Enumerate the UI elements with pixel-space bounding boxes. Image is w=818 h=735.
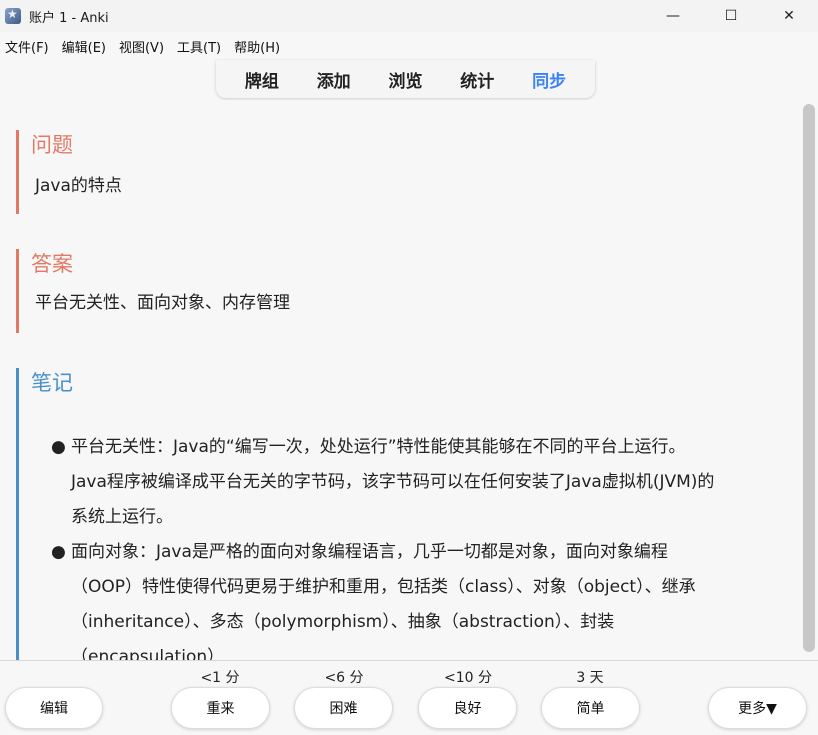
- window-title: 账户 1 - Anki: [29, 10, 109, 26]
- again-button[interactable]: 重来: [171, 687, 270, 729]
- menu-tools[interactable]: 工具(T): [172, 37, 226, 56]
- question-section: 问题 Java的特点: [16, 130, 776, 214]
- toolbar-sync-link[interactable]: 同步: [532, 67, 566, 92]
- window-controls: — ☐ ✕: [644, 0, 818, 32]
- close-button[interactable]: ✕: [760, 0, 818, 32]
- menu-bar: 文件(F) 编辑(E) 视图(V) 工具(T) 帮助(H): [0, 34, 818, 58]
- note-section: 笔记 ● 平台无关性：Java的“编写一次，处处运行”特性能使其能够在不同的平台上…: [16, 368, 776, 660]
- card-review-area: 问题 Java的特点 答案 平台无关性、面向对象、内存管理 笔记 ● 平台无关性：…: [0, 100, 818, 660]
- answer-heading: 答案: [31, 252, 73, 276]
- menu-view[interactable]: 视图(V): [114, 37, 169, 56]
- maximize-button[interactable]: ☐: [702, 0, 760, 32]
- anki-app-icon: [5, 7, 21, 24]
- question-heading: 问题: [31, 133, 73, 157]
- scrollbar-thumb[interactable]: [803, 104, 815, 652]
- note-item-text: 平台无关性：Java的“编写一次，处处运行”特性能使其能够在不同的平台上运行。J…: [71, 437, 715, 527]
- note-list: ● 平台无关性：Java的“编写一次，处处运行”特性能使其能够在不同的平台上运行。…: [15, 430, 715, 660]
- good-button[interactable]: 良好: [418, 687, 517, 729]
- bullet-icon: ●: [51, 437, 66, 457]
- toolbar-stats-link[interactable]: 统计: [460, 67, 494, 92]
- answer-section: 答案 平台无关性、面向对象、内存管理: [16, 249, 776, 333]
- toolbar-browse-link[interactable]: 浏览: [388, 67, 422, 92]
- card-scrollbar[interactable]: [800, 100, 818, 660]
- edit-button[interactable]: 编辑: [5, 687, 103, 729]
- more-button[interactable]: 更多▼: [708, 687, 807, 729]
- question-text: Java的特点: [35, 176, 122, 196]
- toolbar-decks-link[interactable]: 牌组: [245, 67, 279, 92]
- bullet-icon: ●: [51, 542, 66, 562]
- hard-interval: <6 分: [324, 670, 364, 686]
- hard-button[interactable]: 困难: [294, 687, 393, 729]
- again-interval: <1 分: [200, 670, 240, 686]
- menu-help[interactable]: 帮助(H): [229, 37, 285, 56]
- minimize-button[interactable]: —: [644, 0, 702, 32]
- easy-interval: 3 天: [576, 670, 604, 686]
- good-interval: <10 分: [444, 670, 492, 686]
- title-bar: 账户 1 - Anki — ☐ ✕: [0, 0, 818, 32]
- main-toolbar: 牌组 添加 浏览 统计 同步: [216, 60, 595, 98]
- answer-button-bar: 编辑 <1 分 重来 <6 分 困难 <10 分 良好 3 天 简单 更多▼: [0, 660, 818, 735]
- toolbar-add-link[interactable]: 添加: [317, 67, 351, 92]
- menu-file[interactable]: 文件(F): [0, 37, 54, 56]
- answer-text: 平台无关性、面向对象、内存管理: [35, 293, 290, 313]
- easy-button[interactable]: 简单: [541, 687, 640, 729]
- note-item-platform: ● 平台无关性：Java的“编写一次，处处运行”特性能使其能够在不同的平台上运行。…: [51, 430, 715, 535]
- note-item-oop: ● 面向对象：Java是严格的面向对象编程语言，几乎一切都是对象，面向对象编程（O…: [51, 535, 715, 660]
- note-heading: 笔记: [31, 371, 73, 395]
- note-item-text: 面向对象：Java是严格的面向对象编程语言，几乎一切都是对象，面向对象编程（OO…: [71, 542, 696, 660]
- menu-edit[interactable]: 编辑(E): [57, 37, 111, 56]
